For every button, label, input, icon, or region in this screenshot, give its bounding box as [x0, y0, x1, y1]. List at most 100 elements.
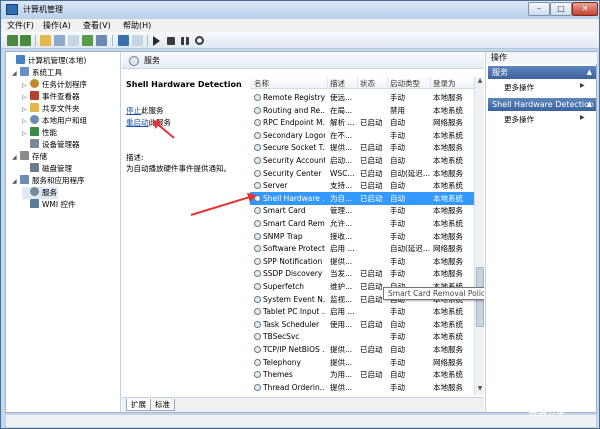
- service-tooltip: Smart Card Removal Policy: [383, 287, 484, 300]
- up-folder-icon[interactable]: [40, 35, 51, 46]
- column-header-startup-type[interactable]: 启动类型: [390, 78, 420, 89]
- service-row[interactable]: Task Scheduler 使用... 已启动 自动 本地系统: [250, 318, 474, 331]
- service-row[interactable]: SNMP Trap 接收... 手动 本地服务: [250, 230, 474, 243]
- stop-service-icon[interactable]: [167, 37, 175, 45]
- service-cell-logon: 本地系统: [433, 219, 463, 228]
- service-row[interactable]: Routing and Re... 在局... 禁用 本地系统: [250, 104, 474, 117]
- tree-item-device-manager[interactable]: 设备管理器: [22, 139, 80, 151]
- tree-item-task-scheduler[interactable]: ▷ 任务计划程序: [22, 79, 87, 91]
- pause-service-icon[interactable]: [181, 37, 189, 45]
- collapse-icon[interactable]: ▲: [587, 98, 592, 111]
- column-separator[interactable]: [357, 77, 358, 89]
- wmi-icon: [30, 199, 39, 208]
- service-row[interactable]: Tablet PC Input ... 启用 ... 手动 本地系统: [250, 305, 474, 318]
- service-row[interactable]: TBSecSvc 手动 本地系统: [250, 330, 474, 343]
- service-row[interactable]: Software Protect... 启用 ... 自动(延迟...网络服务: [250, 242, 474, 255]
- view-icon[interactable]: [132, 35, 143, 46]
- column-header-name[interactable]: 名称: [254, 78, 269, 89]
- service-row[interactable]: Telephony 提供... 手动 网络服务: [250, 356, 474, 369]
- service-row[interactable]: Smart Card Rem... 允许... 手动 本地系统: [250, 217, 474, 230]
- more-actions-label: 更多操作: [504, 83, 534, 92]
- tree-item-local-users[interactable]: ▷ 本地用户和组: [22, 115, 87, 127]
- tree-item-services-and-apps[interactable]: ◢ 服务和应用程序: [12, 175, 85, 187]
- tree-item-disk-management[interactable]: 磁盘管理: [22, 163, 72, 175]
- more-actions-services[interactable]: 更多操作 ▶: [504, 82, 585, 93]
- menu-view[interactable]: 查看(V): [83, 20, 111, 31]
- column-separator[interactable]: [387, 77, 388, 89]
- service-row[interactable]: Secure Socket T... 提供... 已启动 手动 本地服务: [250, 141, 474, 154]
- maximize-button[interactable]: □: [550, 2, 572, 16]
- actions-section-shell-hardware[interactable]: Shell Hardware Detection ▲: [488, 98, 596, 111]
- restart-service-link[interactable]: 重启动: [126, 118, 149, 127]
- scroll-up-icon[interactable]: ▲: [475, 77, 484, 87]
- forward-icon[interactable]: [20, 35, 31, 46]
- minimize-button[interactable]: –: [528, 2, 550, 16]
- service-cell-status: 已启动: [360, 370, 383, 380]
- menu-action[interactable]: 操作(A): [43, 20, 71, 31]
- collapse-icon[interactable]: ▲: [587, 66, 592, 79]
- window-title: 计算机管理: [23, 5, 63, 14]
- help-icon[interactable]: [118, 35, 129, 46]
- service-row[interactable]: TCP/IP NetBIOS ... 提供... 已启动 自动 本地服务: [250, 343, 474, 356]
- service-row[interactable]: Server 支持... 已启动 自动 本地系统: [250, 179, 474, 192]
- computer-icon: [16, 55, 25, 64]
- back-icon[interactable]: [7, 35, 18, 46]
- tab-extended[interactable]: 扩展: [126, 399, 151, 411]
- column-separator[interactable]: [430, 77, 431, 89]
- service-row[interactable]: SPP Notification ... 提供... 手动 本地服务: [250, 255, 474, 268]
- column-header-status[interactable]: 状态: [360, 78, 375, 89]
- service-row[interactable]: TPM Base Servi... 允许... 手动本地服务: [250, 393, 474, 395]
- show-tree-icon[interactable]: [54, 35, 65, 46]
- service-row[interactable]: Shell Hardware ... 为自... 已启动 自动 本地系统: [250, 191, 474, 205]
- tree-item-computer-management[interactable]: 计算机管理(本地): [8, 55, 86, 67]
- tree-item-performance[interactable]: ▷ 性能: [22, 127, 57, 139]
- service-row[interactable]: SSDP Discovery 当发... 已启动 手动 本地服务: [250, 267, 474, 280]
- service-cell-start: 手动: [390, 256, 405, 266]
- stop-service-link[interactable]: 停止: [126, 106, 141, 115]
- title-bar[interactable]: 计算机管理 – □ ✕: [1, 1, 599, 19]
- toolbar: [1, 32, 599, 49]
- service-row[interactable]: Thread Orderin... 提供... 手动 本地服务: [250, 381, 474, 394]
- services-scrollbar[interactable]: ▲ ▼: [474, 77, 484, 395]
- service-cell-desc: 为用...: [330, 370, 353, 380]
- scroll-down-icon[interactable]: ▼: [475, 385, 484, 395]
- service-row[interactable]: Remote Registry 使远... 手动 本地服务: [250, 91, 474, 104]
- tree-item-services[interactable]: 服务: [22, 187, 58, 199]
- service-row[interactable]: Security Center WSC... 已启动 自动(延迟... 本地服务: [250, 167, 474, 180]
- tab-standard[interactable]: 标准: [150, 399, 175, 411]
- service-cell-status: 已启动: [360, 168, 383, 178]
- start-service-icon[interactable]: [153, 36, 160, 46]
- tree-item-storage[interactable]: ◢ 存储: [12, 151, 47, 163]
- refresh-icon[interactable]: [82, 35, 93, 46]
- service-row[interactable]: Themes 为用... 已启动 自动 本地系统: [250, 368, 474, 381]
- service-cell-name: SPP Notification ...: [263, 256, 325, 266]
- service-cell-start: 手动: [390, 130, 405, 140]
- service-cell-desc: 启用 ...: [330, 307, 355, 317]
- column-header-description[interactable]: 描述: [330, 78, 345, 89]
- tree-item-wmi[interactable]: WMI 控件: [22, 199, 75, 211]
- service-cell-logon: 本地系统: [433, 156, 463, 165]
- status-bar: [5, 414, 597, 428]
- properties-icon[interactable]: [68, 35, 79, 46]
- service-row[interactable]: Security Account... 启动... 已启动自动 本地系统: [250, 154, 474, 167]
- tools-icon: [20, 67, 29, 76]
- service-cell-status: 已启动: [360, 156, 383, 165]
- close-button[interactable]: ✕: [572, 2, 598, 16]
- restart-service-icon[interactable]: [195, 36, 204, 45]
- service-cell-desc: 提供...: [330, 256, 353, 266]
- more-actions-shell-hardware[interactable]: 更多操作 ▶: [504, 114, 585, 125]
- actions-section-services[interactable]: 服务 ▲: [488, 66, 596, 79]
- export-icon[interactable]: [96, 35, 107, 46]
- service-row[interactable]: Smart Card 管理... 手动 本地服务: [250, 204, 474, 217]
- column-separator[interactable]: [327, 77, 328, 89]
- service-cell-name: Smart Card: [263, 206, 306, 216]
- gear-icon: [254, 270, 261, 278]
- tree-item-event-viewer[interactable]: ▷ 事件查看器: [22, 91, 80, 103]
- tree-item-system-tools[interactable]: ◢ 系统工具: [12, 67, 62, 79]
- column-header-log-on-as[interactable]: 登录为: [433, 78, 456, 89]
- service-row[interactable]: Secondary Logon 在不... 手动 本地系统: [250, 129, 474, 142]
- menu-file[interactable]: 文件(F): [7, 20, 34, 31]
- service-row[interactable]: RPC Endpoint M... 解析 ... 已启动 自动 网络服务: [250, 116, 474, 129]
- menu-help[interactable]: 帮助(H): [123, 20, 151, 31]
- tree-item-shared-folders[interactable]: ▷ 共享文件夹: [22, 103, 80, 115]
